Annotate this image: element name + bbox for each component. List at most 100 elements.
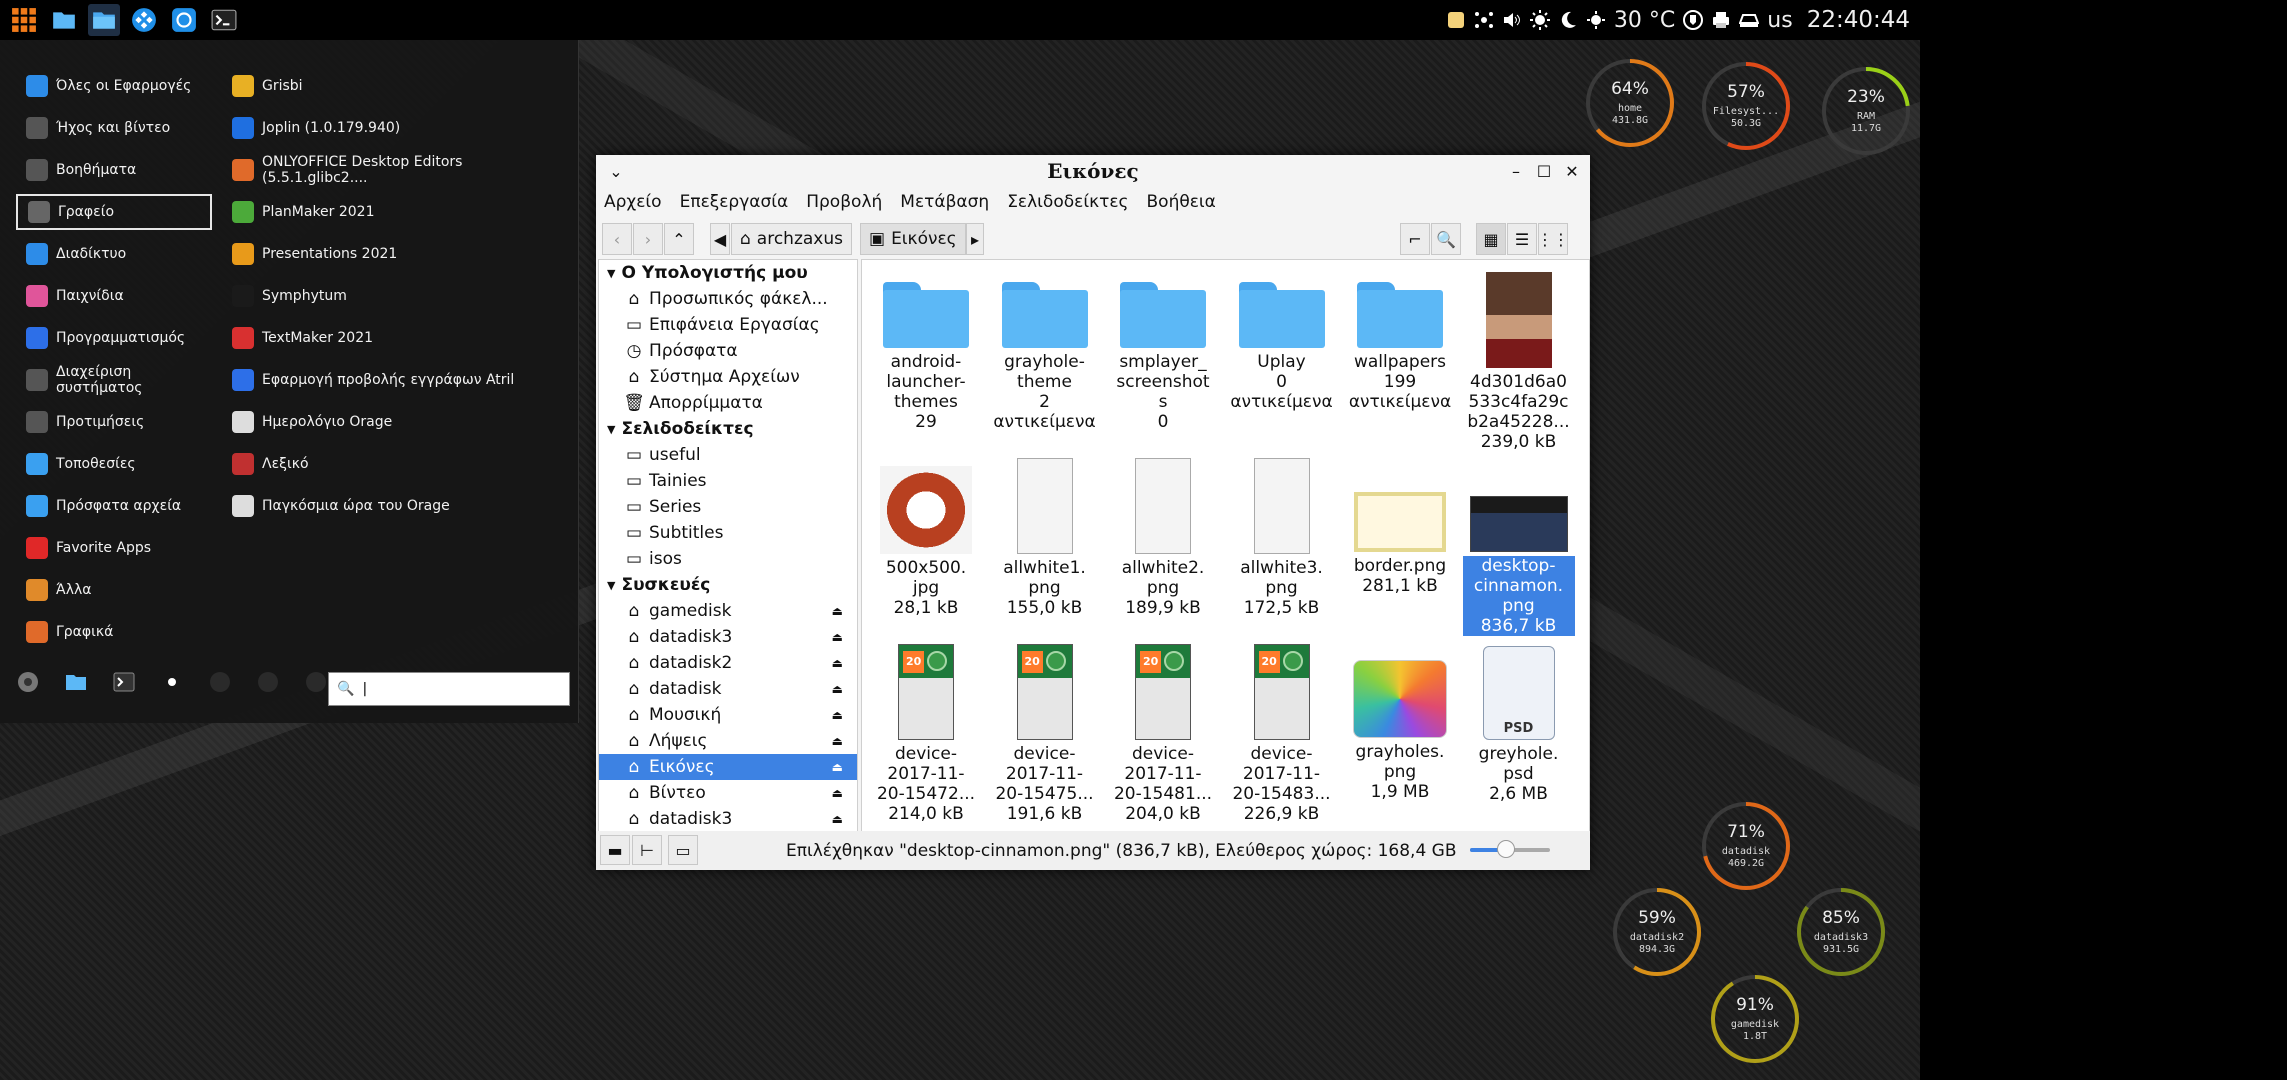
night-mode-icon[interactable] <box>1558 10 1578 30</box>
file-item[interactable]: device-2017-11-20-15481...204,0 kB <box>1107 642 1219 824</box>
sidebar-tree-toggle[interactable]: ⊢ <box>632 835 662 865</box>
eject-icon[interactable]: ⏏ <box>832 630 843 644</box>
power-icon[interactable] <box>302 668 330 696</box>
folder-item[interactable]: android-launcher-themes 29 <box>870 270 982 432</box>
file-item[interactable]: 4d301d6a0 533c4fa29c b2a45228... 239,0 kB <box>1463 270 1575 452</box>
settings-icon[interactable] <box>14 668 42 696</box>
eject-icon[interactable]: ⏏ <box>832 682 843 696</box>
logout-icon[interactable] <box>254 668 282 696</box>
menu-app-item[interactable]: Ημερολόγιο Orage <box>222 404 562 440</box>
volume-icon[interactable] <box>1502 10 1522 30</box>
file-manager-launcher-icon[interactable] <box>88 4 120 36</box>
menu-app-item[interactable]: Εφαρμογή προβολής εγγράφων Atril <box>222 362 562 398</box>
menu-category-item[interactable]: Διαδίκτυο <box>16 236 212 272</box>
zoom-slider-knob[interactable] <box>1497 840 1515 858</box>
sidebar-item[interactable]: ⌂ datadisk ⏏ <box>599 676 857 702</box>
drive-icon[interactable] <box>1739 10 1760 30</box>
path-crumb-home[interactable]: ⌂ archzaxus <box>731 223 852 255</box>
file-item[interactable]: allwhite2. png 189,9 kB <box>1107 456 1219 618</box>
sidebar-item[interactable]: ⌂ datadisk2 ⏏ <box>599 650 857 676</box>
menubar-item[interactable]: Προβολή <box>806 192 882 212</box>
expander-icon[interactable]: ▼ <box>607 423 615 436</box>
menubar-item[interactable]: Μετάβαση <box>900 192 989 212</box>
menu-category-item[interactable]: Γραφικά <box>16 614 212 650</box>
menu-category-item[interactable]: Άλλα <box>16 572 212 608</box>
expander-icon[interactable]: ▼ <box>607 267 615 280</box>
path-scroll-right[interactable]: ▸ <box>966 223 984 255</box>
menu-category-item[interactable]: Προτιμήσεις <box>16 404 212 440</box>
window-titlebar[interactable]: ⌄ Εικόνες – ☐ ✕ <box>596 155 1590 187</box>
weather-icon[interactable] <box>1586 10 1606 30</box>
eject-icon[interactable]: ⏏ <box>832 812 843 826</box>
sidebar-item[interactable]: ⌂ Σύστημα Αρχείων <box>599 364 857 390</box>
sidebar-item[interactable]: ▭ isos <box>599 546 857 572</box>
file-item[interactable]: allwhite1. png 155,0 kB <box>989 456 1101 618</box>
sidebar-item[interactable]: ▭ Επιφάνεια Εργασίας <box>599 312 857 338</box>
menu-category-item[interactable]: Βοηθήματα <box>16 152 212 188</box>
menu-app-item[interactable]: ONLYOFFICE Desktop Editors (5.5.1.glibc2… <box>222 152 562 188</box>
sidebar-item[interactable]: 🗑 Απορρίμματα <box>599 390 857 416</box>
menu-app-item[interactable]: Λεξικό <box>222 446 562 482</box>
sidebar-item[interactable]: ⌂ Εικόνες ⏏ <box>599 754 857 780</box>
menu-app-item[interactable]: Grisbi <box>222 68 562 104</box>
forward-button[interactable]: › <box>633 223 663 255</box>
menu-app-item[interactable]: Symphytum <box>222 278 562 314</box>
menu-category-item[interactable]: Favorite Apps <box>16 530 212 566</box>
back-button[interactable]: ‹ <box>602 223 632 255</box>
eject-icon[interactable]: ⏏ <box>832 786 843 800</box>
sidebar-places-toggle[interactable]: ▬ <box>600 835 630 865</box>
menu-category-item[interactable]: Ήχος και βίντεο <box>16 110 212 146</box>
printer-icon[interactable] <box>1711 10 1731 30</box>
sidebar-item[interactable]: ⌂ datadisk3 ⏏ <box>599 806 857 832</box>
temperature-label[interactable]: 30 °C <box>1614 8 1675 33</box>
menu-app-item[interactable]: Presentations 2021 <box>222 236 562 272</box>
file-item[interactable]: allwhite3. png 172,5 kB <box>1226 456 1338 618</box>
icon-view-button[interactable]: ▦ <box>1476 223 1506 255</box>
menubar-item[interactable]: Σελιδοδείκτες <box>1007 192 1128 212</box>
sidebar-item[interactable]: ⌂ datadisk3 ⏏ <box>599 624 857 650</box>
eject-icon[interactable]: ⏏ <box>832 708 843 722</box>
menu-category-item[interactable]: Πρόσφατα αρχεία <box>16 488 212 524</box>
updates-icon[interactable] <box>1683 10 1704 30</box>
path-scroll-left[interactable]: ◀ <box>710 223 730 255</box>
sidebar-item[interactable]: ▭ Series <box>599 494 857 520</box>
maximize-button[interactable]: ☐ <box>1532 159 1556 183</box>
menu-search-field[interactable]: 🔍 <box>328 672 570 706</box>
browser-launcher-icon[interactable] <box>168 4 200 36</box>
sidebar-item[interactable]: ⌂ gamedisk ⏏ <box>599 598 857 624</box>
file-item[interactable]: device-2017-11-20-15475...191,6 kB <box>989 642 1101 824</box>
up-button[interactable]: ⌃ <box>664 223 694 255</box>
files-launcher-icon[interactable] <box>48 4 80 36</box>
sidebar-item[interactable]: ▭ Subtitles <box>599 520 857 546</box>
sidebar-item[interactable]: ⌂ Βίντεο ⏏ <box>599 780 857 806</box>
menu-category-item[interactable]: Όλες οι Εφαρμογές <box>16 68 212 104</box>
file-item[interactable]: 500x500. jpg 28,1 kB <box>870 456 982 618</box>
file-item[interactable]: desktop-cinnamon. png 836,7 kB <box>1462 456 1575 636</box>
sidebar-section-header[interactable]: ▼ Συσκευές <box>599 572 857 598</box>
close-button[interactable]: ✕ <box>1560 159 1584 183</box>
menu-app-item[interactable]: Παγκόσμια ώρα του Orage <box>222 488 562 524</box>
terminal-launcher-icon[interactable] <box>208 4 240 36</box>
menubar-item[interactable]: Αρχείο <box>604 192 662 212</box>
menu-app-item[interactable]: PlanMaker 2021 <box>222 194 562 230</box>
sidebar-item[interactable]: ▭ useful <box>599 442 857 468</box>
file-item[interactable]: PSD greyhole. psd 2,6 MB <box>1463 642 1575 804</box>
folder-item[interactable]: wallpapers 199 αντικείμενα <box>1344 270 1456 412</box>
menu-category-item[interactable]: Παιχνίδια <box>16 278 212 314</box>
menu-category-item[interactable]: Γραφείο <box>16 194 212 230</box>
location-toggle-button[interactable]: ⌐ <box>1400 223 1430 255</box>
minimize-button[interactable]: – <box>1504 159 1528 183</box>
sidebar-item[interactable]: ⌂ Προσωπικός φάκελ... <box>599 286 857 312</box>
menu-category-item[interactable]: Διαχείριση συστήματος <box>16 362 212 398</box>
menubar-item[interactable]: Επεξεργασία <box>680 192 789 212</box>
keyboard-layout[interactable]: us <box>1767 8 1792 33</box>
eject-icon[interactable]: ⏏ <box>832 656 843 670</box>
sidebar-item[interactable]: ⌂ Μουσική ⏏ <box>599 702 857 728</box>
sidebar-item[interactable]: ⌂ Λήψεις ⏏ <box>599 728 857 754</box>
sidebar-item[interactable]: ▭ Tainies <box>599 468 857 494</box>
path-crumb-current[interactable]: ▣ Εικόνες <box>860 223 966 255</box>
eject-icon[interactable]: ⏏ <box>832 760 843 774</box>
sidebar-section-header[interactable]: ▼ Ο Υπολογιστής μου <box>599 260 857 286</box>
list-view-button[interactable]: ☰ <box>1507 223 1537 255</box>
terminal-icon[interactable] <box>110 668 138 696</box>
